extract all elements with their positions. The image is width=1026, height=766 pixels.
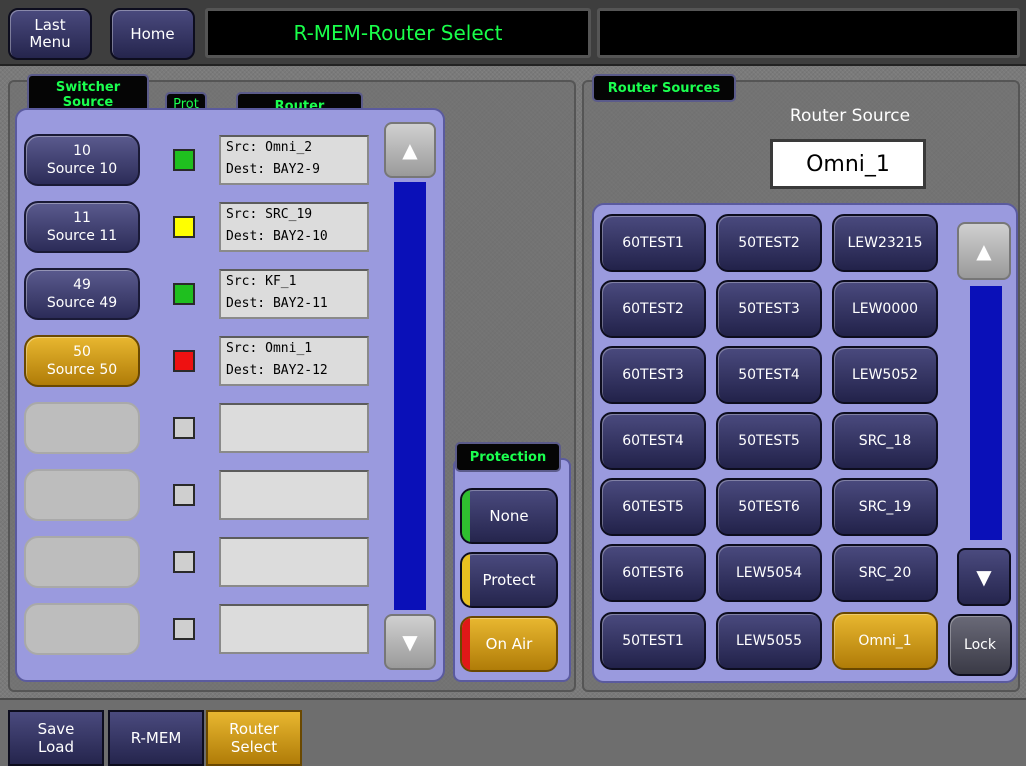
router-source-button[interactable]: 60TEST3 (600, 346, 706, 404)
lock-button[interactable]: Lock (948, 614, 1012, 676)
router-source-button[interactable]: Omni_1 (832, 612, 938, 670)
router-src-text: Src: Omni_1 (226, 341, 313, 356)
source-name: Source 49 (46, 295, 118, 311)
protection-status-indicator (173, 216, 195, 238)
router-source-heading: Router Source (789, 106, 911, 126)
router-source-button[interactable]: 50TEST2 (716, 214, 822, 272)
protection-option-label: Protect (482, 571, 536, 589)
scroll-track[interactable] (394, 182, 426, 610)
router-dest-text: Dest: BAY2-12 (226, 363, 328, 378)
footer-tab-router-select[interactable]: Router Select (206, 710, 302, 766)
router-assignment-cell[interactable]: Src: SRC_19 Dest: BAY2-10 (219, 202, 369, 252)
router-source-button[interactable]: LEW0000 (832, 280, 938, 338)
protection-status-indicator (173, 149, 195, 171)
protection-option-protect[interactable]: Protect (460, 552, 558, 608)
switcher-source-button[interactable]: 49 Source 49 (24, 268, 140, 320)
router-source-button[interactable]: LEW5052 (832, 346, 938, 404)
source-name: Source 11 (46, 228, 118, 244)
router-source-button[interactable]: 50TEST4 (716, 346, 822, 404)
protection-option-on-air[interactable]: On Air (460, 616, 558, 672)
router-assignment-cell[interactable] (219, 604, 369, 654)
router-source-button[interactable]: SRC_18 (832, 412, 938, 470)
router-src-text: Src: Omni_2 (226, 140, 313, 155)
protection-option-label: On Air (485, 635, 533, 653)
router-dest-text: Dest: BAY2-11 (226, 296, 328, 311)
router-source-field: Omni_1 (770, 139, 926, 189)
router-assignment-cell[interactable] (219, 537, 369, 587)
protection-color-strip (462, 554, 470, 606)
router-sources-label: Router Sources (592, 74, 736, 102)
router-assignment-cell[interactable]: Src: Omni_1 Dest: BAY2-12 (219, 336, 369, 386)
router-source-button[interactable]: 50TEST5 (716, 412, 822, 470)
router-source-button[interactable]: LEW5054 (716, 544, 822, 602)
switcher-source-button[interactable] (24, 603, 140, 655)
protection-option-label: None (489, 507, 529, 525)
scroll-up-button[interactable]: ▲ (384, 122, 436, 178)
router-source-button[interactable]: SRC_20 (832, 544, 938, 602)
router-assignment-cell[interactable] (219, 470, 369, 520)
protection-color-strip (462, 490, 470, 542)
protection-status-indicator (173, 484, 195, 506)
rs-scroll-track[interactable] (970, 286, 1002, 540)
router-source-button[interactable]: SRC_19 (832, 478, 938, 536)
last-menu-button[interactable]: Last Menu (8, 8, 92, 60)
source-name: Source 50 (46, 362, 118, 378)
triangle-down-icon: ▼ (976, 565, 992, 589)
protection-color-strip (462, 618, 470, 670)
router-src-text: Src: SRC_19 (226, 207, 313, 222)
router-assignment-cell[interactable] (219, 403, 369, 453)
router-source-button[interactable]: 50TEST6 (716, 478, 822, 536)
source-number: 11 (73, 210, 91, 226)
router-source-button[interactable]: 60TEST4 (600, 412, 706, 470)
triangle-up-icon: ▲ (976, 239, 992, 263)
router-source-button[interactable]: LEW23215 (832, 214, 938, 272)
source-name: Source 10 (46, 161, 118, 177)
router-assignment-cell[interactable]: Src: Omni_2 Dest: BAY2-9 (219, 135, 369, 185)
top-bar: Last Menu Home R-MEM-Router Select (0, 0, 1026, 66)
switcher-source-button[interactable]: 10 Source 10 (24, 134, 140, 186)
switcher-source-button[interactable] (24, 402, 140, 454)
page-title: R-MEM-Router Select (205, 8, 591, 58)
triangle-down-icon: ▼ (402, 630, 418, 654)
protection-status-indicator (173, 417, 195, 439)
source-number: 49 (73, 277, 91, 293)
protection-option-none[interactable]: None (460, 488, 558, 544)
protection-status-indicator (173, 283, 195, 305)
switcher-source-button[interactable] (24, 469, 140, 521)
router-src-text: Src: KF_1 (226, 274, 297, 289)
footer-tab-r-mem[interactable]: R-MEM (108, 710, 204, 766)
router-source-button[interactable]: 60TEST6 (600, 544, 706, 602)
protection-status-indicator (173, 618, 195, 640)
router-source-button[interactable]: 60TEST1 (600, 214, 706, 272)
footer-tab-save-load[interactable]: Save Load (8, 710, 104, 766)
rs-scroll-down-button[interactable]: ▼ (957, 548, 1011, 606)
protection-status-indicator (173, 551, 195, 573)
protection-label: Protection (455, 442, 561, 472)
secondary-title-box (597, 8, 1020, 58)
switcher-source-button[interactable]: 50 Source 50 (24, 335, 140, 387)
home-button[interactable]: Home (110, 8, 195, 60)
rs-scroll-up-button[interactable]: ▲ (957, 222, 1011, 280)
scroll-down-button[interactable]: ▼ (384, 614, 436, 670)
triangle-up-icon: ▲ (402, 138, 418, 162)
switcher-list-area (15, 108, 445, 682)
router-source-button[interactable]: LEW5055 (716, 612, 822, 670)
router-source-button[interactable]: 60TEST5 (600, 478, 706, 536)
router-dest-text: Dest: BAY2-10 (226, 229, 328, 244)
router-source-button[interactable]: 50TEST3 (716, 280, 822, 338)
switcher-source-button[interactable] (24, 536, 140, 588)
router-assignment-cell[interactable]: Src: KF_1 Dest: BAY2-11 (219, 269, 369, 319)
source-number: 50 (73, 344, 91, 360)
source-number: 10 (73, 143, 91, 159)
router-source-button[interactable]: 60TEST2 (600, 280, 706, 338)
protection-status-indicator (173, 350, 195, 372)
router-source-button[interactable]: 50TEST1 (600, 612, 706, 670)
router-dest-text: Dest: BAY2-9 (226, 162, 320, 177)
switcher-source-button[interactable]: 11 Source 11 (24, 201, 140, 253)
